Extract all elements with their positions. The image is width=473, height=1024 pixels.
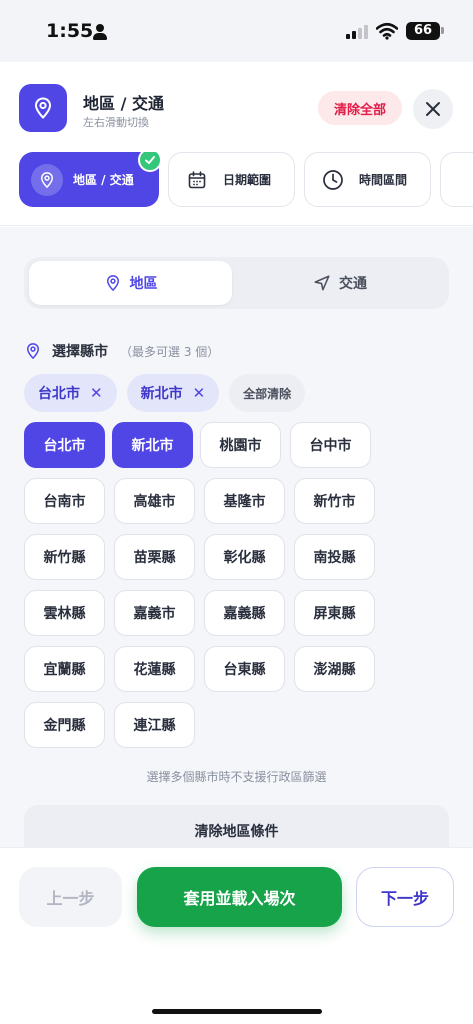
tab-transport-label: 交通: [339, 276, 367, 292]
battery-tip: [441, 27, 444, 34]
city-section-hint: （最多可選 3 個）: [120, 344, 220, 359]
clear-all-button[interactable]: 清除全部: [318, 91, 402, 125]
step-tab-label: 日期範圍: [223, 173, 272, 187]
step-tab-next-partial[interactable]: [440, 152, 473, 207]
city-option[interactable]: 台北市: [24, 422, 105, 468]
city-option[interactable]: 嘉義市: [114, 590, 195, 636]
city-option[interactable]: 彰化縣: [204, 534, 285, 580]
city-option[interactable]: 南投縣: [294, 534, 375, 580]
map-pin-icon: [19, 84, 67, 132]
map-pin-icon: [26, 343, 40, 360]
city-option[interactable]: 基隆市: [204, 478, 285, 524]
selected-city-label: 台北市: [38, 386, 80, 402]
navigation-arrow-icon: [314, 275, 330, 291]
selected-cities: 台北市 ✕ 新北市 ✕ 全部清除: [24, 374, 306, 412]
remove-icon[interactable]: ✕: [90, 384, 103, 402]
previous-step-button[interactable]: 上一步: [19, 867, 122, 927]
status-bar: 1:55 66: [0, 0, 473, 62]
city-option[interactable]: 金門縣: [24, 702, 105, 748]
apply-and-load-button[interactable]: 套用並載入場次: [137, 867, 342, 927]
city-section-header: 選擇縣市 （最多可選 3 個）: [24, 341, 219, 361]
battery-indicator: 66: [406, 22, 440, 40]
city-option[interactable]: 新竹縣: [24, 534, 105, 580]
wifi-icon: [376, 22, 398, 40]
person-icon: [93, 24, 107, 40]
tab-region-label: 地區: [129, 276, 158, 292]
city-option[interactable]: 新北市: [112, 422, 193, 468]
step-tabs: 地區 / 交通 日期範圍 時間區間: [0, 152, 473, 226]
selected-city-chip[interactable]: 新北市 ✕: [126, 374, 220, 412]
sheet-header: 地區 / 交通 左右滑動切換 清除全部: [0, 62, 473, 152]
remove-icon[interactable]: ✕: [193, 384, 206, 402]
status-time: 1:55: [46, 20, 94, 42]
city-option[interactable]: 台南市: [24, 478, 105, 524]
city-option[interactable]: 屏東縣: [294, 590, 375, 636]
content-area: 地區 交通 選擇縣市 （最多可選 3 個） 台北市 ✕ 新北市 ✕ 全部清除 台…: [0, 227, 473, 847]
city-option[interactable]: 花蓮縣: [114, 646, 195, 692]
selected-city-label: 新北市: [140, 386, 183, 402]
city-option[interactable]: 台中市: [290, 422, 371, 468]
map-pin-icon: [31, 163, 63, 196]
city-option[interactable]: 嘉義縣: [204, 590, 285, 636]
city-option[interactable]: 新竹市: [294, 478, 375, 524]
step-tab-label: 時間區間: [359, 173, 408, 187]
signal-icon: [346, 24, 370, 39]
step-tab-label: 地區 / 交通: [73, 173, 134, 187]
city-section-title: 選擇縣市: [52, 344, 108, 360]
city-option[interactable]: 高雄市: [114, 478, 195, 524]
region-transport-toggle: 地區 交通: [24, 257, 449, 309]
selected-city-chip[interactable]: 台北市 ✕: [24, 374, 117, 412]
tab-region[interactable]: 地區: [29, 261, 232, 305]
close-icon: [426, 102, 440, 116]
clear-selected-cities-button[interactable]: 全部清除: [229, 374, 306, 412]
next-step-button[interactable]: 下一步: [356, 867, 454, 927]
step-tab-time[interactable]: 時間區間: [304, 152, 431, 207]
city-option[interactable]: 雲林縣: [24, 590, 105, 636]
city-option[interactable]: 苗栗縣: [114, 534, 195, 580]
footer-actions: 上一步 套用並載入場次 下一步: [0, 847, 473, 1024]
city-option[interactable]: 桃園市: [200, 422, 281, 468]
city-option[interactable]: 宜蘭縣: [24, 646, 105, 692]
home-indicator[interactable]: [152, 1009, 322, 1014]
close-button[interactable]: [413, 89, 453, 129]
calendar-icon: [181, 164, 213, 196]
clear-region-button[interactable]: 清除地區條件: [24, 805, 449, 847]
step-tab-date[interactable]: 日期範圍: [168, 152, 295, 207]
tab-transport[interactable]: 交通: [236, 261, 444, 305]
page-title: 地區 / 交通: [83, 94, 164, 113]
city-option[interactable]: 澎湖縣: [294, 646, 375, 692]
multi-city-note: 選擇多個縣市時不支援行政區篩選: [146, 770, 327, 784]
city-option[interactable]: 連江縣: [114, 702, 195, 748]
city-option[interactable]: 台東縣: [204, 646, 285, 692]
page-subtitle: 左右滑動切換: [83, 116, 149, 129]
clock-icon: [317, 164, 349, 196]
map-pin-icon: [106, 275, 119, 292]
